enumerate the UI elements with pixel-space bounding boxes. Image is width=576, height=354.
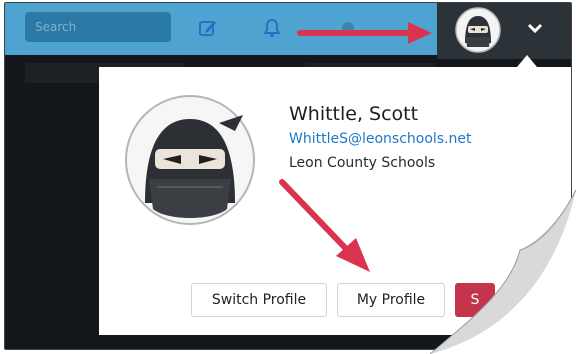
app-screenshot: Search Whittle, Scott WhittleS@leonschoo… bbox=[4, 2, 572, 350]
sign-out-button[interactable]: S bbox=[455, 283, 495, 317]
bell-icon[interactable] bbox=[261, 17, 283, 39]
chevron-down-icon[interactable] bbox=[527, 21, 543, 35]
dropdown-pointer bbox=[517, 55, 537, 67]
profile-email-link[interactable]: WhittleS@leonschools.net bbox=[289, 131, 472, 147]
my-profile-button[interactable]: My Profile bbox=[337, 283, 445, 317]
edit-icon[interactable] bbox=[197, 17, 219, 39]
faded-icon bbox=[342, 22, 354, 34]
profile-dropdown: Whittle, Scott WhittleS@leonschools.net … bbox=[99, 67, 571, 335]
search-input[interactable]: Search bbox=[25, 12, 171, 42]
user-menu-toggle[interactable] bbox=[437, 3, 571, 59]
top-bar: Search bbox=[5, 3, 571, 59]
avatar[interactable] bbox=[455, 7, 501, 53]
switch-profile-button[interactable]: Switch Profile bbox=[191, 283, 327, 317]
profile-organization: Leon County Schools bbox=[289, 155, 436, 171]
profile-name: Whittle, Scott bbox=[289, 103, 419, 125]
profile-avatar bbox=[125, 95, 255, 225]
